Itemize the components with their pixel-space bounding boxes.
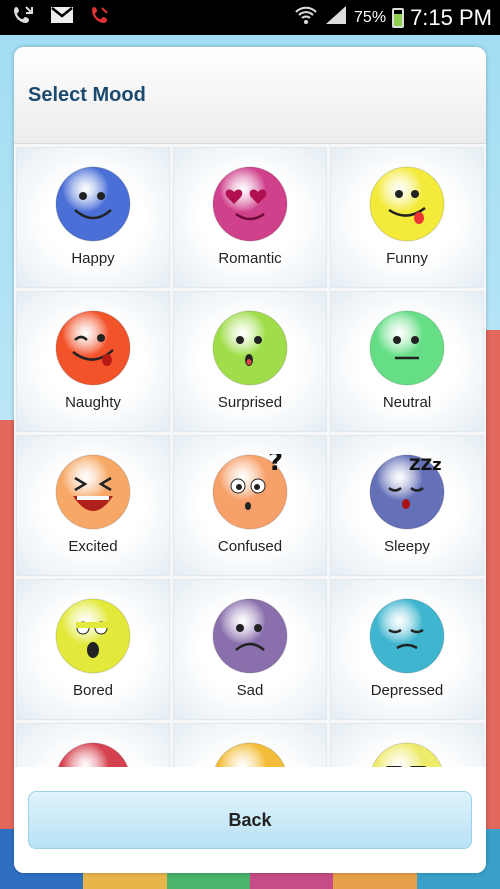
- mood-label: Neutral: [382, 394, 432, 411]
- mood-item[interactable]: Neutral: [330, 291, 484, 432]
- mood-item[interactable]: Bored: [16, 579, 170, 720]
- mood-label: Sad: [236, 682, 264, 699]
- mood-label: Confused: [217, 538, 283, 555]
- sleepy-face-icon: ZZz: [369, 454, 445, 530]
- mood-item[interactable]: ZZz Sleepy: [330, 435, 484, 576]
- background-wall-right: [486, 330, 500, 840]
- mood-face-icon: [57, 742, 129, 767]
- bored-face-icon: [55, 598, 131, 674]
- neutral-face-icon: [369, 310, 445, 386]
- dialog-header: Select Mood: [14, 47, 486, 144]
- svg-text:?: ?: [268, 454, 283, 477]
- excited-face-icon: [55, 454, 131, 530]
- surprised-face-icon: [212, 310, 288, 386]
- mood-item[interactable]: Happy: [16, 147, 170, 288]
- mood-item[interactable]: [16, 723, 170, 767]
- mood-grid-scroll[interactable]: Happy Romantic Funny Naughty Surprised Neutra…: [14, 144, 486, 767]
- status-bar: 75% 7:15 PM: [0, 0, 500, 35]
- mood-label: Bored: [72, 682, 114, 699]
- mood-label: Naughty: [65, 394, 121, 411]
- sad-face-icon: [212, 598, 288, 674]
- mood-face-icon: [214, 742, 286, 767]
- mood-item[interactable]: Naughty: [16, 291, 170, 432]
- mood-label: Excited: [68, 538, 118, 555]
- confused-face-icon: ?: [212, 454, 288, 530]
- battery-icon: [392, 7, 405, 28]
- happy-face-icon: [55, 166, 131, 242]
- mood-label: Sleepy: [384, 538, 430, 555]
- naughty-face-icon: [55, 310, 131, 386]
- mood-item[interactable]: [173, 723, 327, 767]
- dialog-title: Select Mood: [28, 83, 146, 106]
- back-button[interactable]: Back: [28, 791, 472, 849]
- clock: 7:15 PM: [410, 4, 492, 30]
- gmail-icon: [50, 6, 74, 29]
- phone-icon: [90, 5, 110, 30]
- mood-item[interactable]: Depressed: [330, 579, 484, 720]
- dialog-footer: Back: [14, 767, 486, 873]
- romantic-face-icon: [212, 166, 288, 242]
- mood-label: Surprised: [217, 394, 283, 411]
- wifi-icon: [294, 5, 318, 30]
- mood-item[interactable]: Excited: [16, 435, 170, 576]
- depressed-face-icon: [369, 598, 445, 674]
- mood-item[interactable]: Surprised: [173, 291, 327, 432]
- background-wall-left: [0, 420, 14, 840]
- funny-face-icon: [369, 166, 445, 242]
- mood-grid: Happy Romantic Funny Naughty Surprised Neutra…: [14, 144, 486, 767]
- signal-icon: [324, 4, 348, 31]
- missed-call-icon: [12, 5, 34, 30]
- mood-label: Depressed: [370, 682, 444, 699]
- mood-item[interactable]: Romantic: [173, 147, 327, 288]
- mood-item[interactable]: Funny: [330, 147, 484, 288]
- mood-item[interactable]: [330, 723, 484, 767]
- svg-text:ZZz: ZZz: [409, 455, 442, 474]
- mood-item[interactable]: Sad: [173, 579, 327, 720]
- mood-label: Funny: [386, 250, 428, 267]
- mood-label: Romantic: [218, 250, 282, 267]
- mood-label: Happy: [71, 250, 115, 267]
- mood-item[interactable]: ? Confused: [173, 435, 327, 576]
- sunglasses-face-icon: [371, 742, 443, 767]
- battery-percent: 75%: [354, 8, 387, 26]
- select-mood-dialog: Select Mood Happy Romantic Funny Naughty Sur…: [14, 47, 486, 873]
